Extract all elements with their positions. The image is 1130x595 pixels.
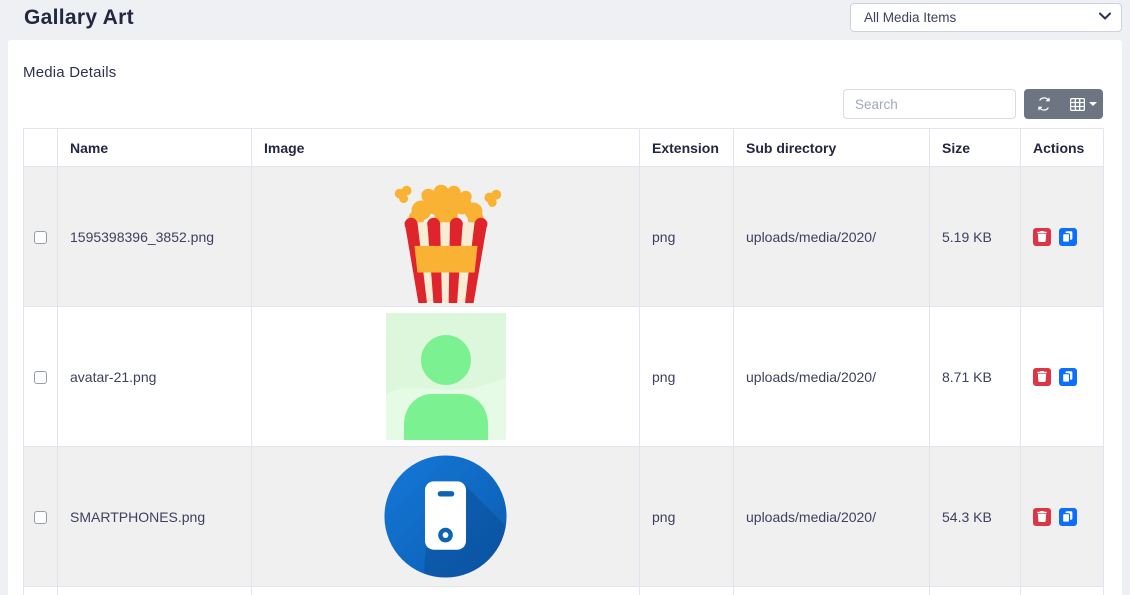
delete-button[interactable] bbox=[1033, 228, 1051, 246]
file-name: SMARTPHONES.png bbox=[58, 447, 252, 587]
image-cell bbox=[252, 167, 640, 307]
media-table: Name Image Extension Sub directory Size … bbox=[23, 128, 1104, 595]
image-cell bbox=[252, 307, 640, 447]
file-sub-directory: uploads/media/2020/ bbox=[734, 167, 930, 307]
refresh-icon bbox=[1037, 97, 1051, 111]
page-title: Gallary Art bbox=[24, 6, 134, 30]
image-cell bbox=[252, 447, 640, 587]
file-extension: png bbox=[640, 167, 734, 307]
trash-icon bbox=[1037, 231, 1047, 242]
file-name: avatar-21.png bbox=[58, 307, 252, 447]
media-gallery-page: Gallary Art All Media Items Media Detail… bbox=[0, 0, 1130, 595]
file-size: 5.19 KB bbox=[930, 167, 1021, 307]
copy-icon bbox=[1061, 230, 1074, 243]
caret-down-icon bbox=[1089, 102, 1097, 106]
copy-button[interactable] bbox=[1059, 228, 1077, 246]
header-sub-directory: Sub directory bbox=[734, 129, 930, 167]
copy-button[interactable] bbox=[1059, 508, 1077, 526]
media-filter-select[interactable]: All Media Items bbox=[850, 3, 1122, 32]
media-filter-select-wrap: All Media Items bbox=[850, 3, 1122, 32]
header-checkbox-column bbox=[24, 129, 58, 167]
header-image: Image bbox=[252, 129, 640, 167]
table-header-row: Name Image Extension Sub directory Size … bbox=[24, 129, 1104, 167]
file-size: 8.71 KB bbox=[930, 307, 1021, 447]
delete-button[interactable] bbox=[1033, 508, 1051, 526]
row-checkbox[interactable] bbox=[34, 231, 47, 244]
trash-icon bbox=[1037, 371, 1047, 382]
card-title: Media Details bbox=[23, 64, 116, 81]
table-row-partial bbox=[24, 587, 1104, 595]
file-sub-directory: uploads/media/2020/ bbox=[734, 447, 930, 587]
file-name: 1595398396_3852.png bbox=[58, 167, 252, 307]
table-row: SMARTPHONES.png bbox=[24, 447, 1104, 587]
file-sub-directory: uploads/media/2020/ bbox=[734, 307, 930, 447]
columns-dropdown-button[interactable] bbox=[1064, 89, 1104, 119]
avatar-image bbox=[386, 313, 506, 440]
header-extension: Extension bbox=[640, 129, 734, 167]
row-checkbox[interactable] bbox=[34, 371, 47, 384]
delete-button[interactable] bbox=[1033, 368, 1051, 386]
file-extension: png bbox=[640, 307, 734, 447]
file-size: 54.3 KB bbox=[930, 447, 1021, 587]
table-row: 1595398396_3852.png bbox=[24, 167, 1104, 307]
header-name: Name bbox=[58, 129, 252, 167]
copy-button[interactable] bbox=[1059, 368, 1077, 386]
actions-cell bbox=[1021, 447, 1104, 587]
header-actions: Actions bbox=[1021, 129, 1104, 167]
copy-icon bbox=[1061, 370, 1074, 383]
table-row: avatar-21.png png uploads/media/2020/ 8.… bbox=[24, 307, 1104, 447]
actions-cell bbox=[1021, 307, 1104, 447]
row-checkbox[interactable] bbox=[34, 511, 47, 524]
table-toolbar-button-group bbox=[1024, 89, 1103, 119]
refresh-button[interactable] bbox=[1024, 89, 1064, 119]
file-extension: png bbox=[640, 447, 734, 587]
search-input[interactable] bbox=[843, 89, 1016, 119]
smartphone-image bbox=[382, 453, 509, 580]
copy-icon bbox=[1061, 510, 1074, 523]
table-columns-icon bbox=[1070, 98, 1085, 111]
popcorn-image bbox=[386, 171, 506, 303]
header-size: Size bbox=[930, 129, 1021, 167]
actions-cell bbox=[1021, 167, 1104, 307]
trash-icon bbox=[1037, 511, 1047, 522]
